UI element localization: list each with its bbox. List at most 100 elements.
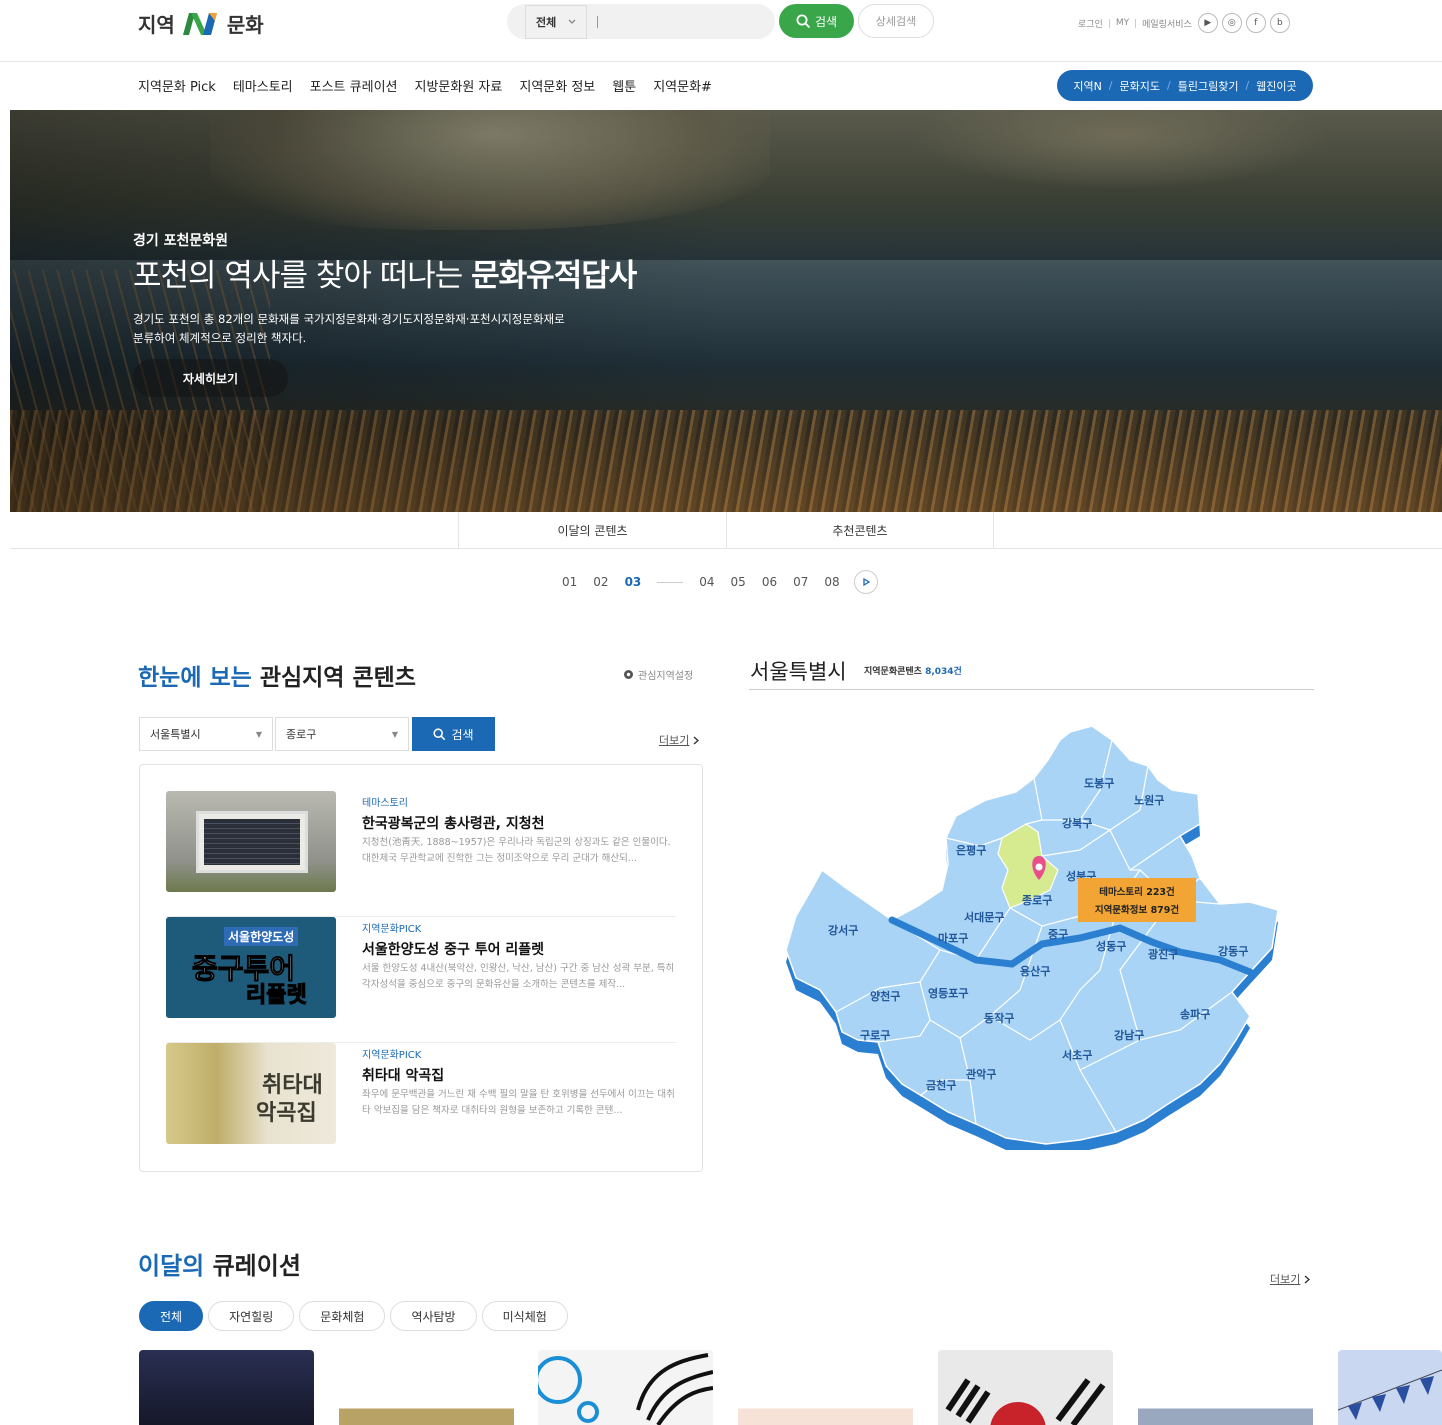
district-label[interactable]: 광진구 xyxy=(1148,947,1178,961)
quick-link-spot-difference[interactable]: 틀린그림찾기 xyxy=(1178,78,1239,94)
district-label[interactable]: 동작구 xyxy=(984,1011,1014,1025)
pager-item-current[interactable]: 03 xyxy=(625,575,642,589)
map-count-value: 8,034건 xyxy=(925,667,962,677)
nav-item-hashtag[interactable]: 지역문화# xyxy=(653,76,712,95)
curation-more-link[interactable]: 더보기 xyxy=(1270,1271,1311,1287)
district-label[interactable]: 구로구 xyxy=(860,1029,890,1042)
gear-icon xyxy=(624,670,633,679)
curation-more-label: 더보기 xyxy=(1270,1273,1301,1286)
curation-card[interactable] xyxy=(1338,1350,1442,1425)
tab-monthly-content[interactable]: 이달의 콘텐츠 xyxy=(458,512,726,549)
region-setting-link[interactable]: 관심지역설정 xyxy=(623,667,693,682)
curation-card[interactable] xyxy=(538,1350,713,1425)
list-item[interactable]: 취타대 악곡집 지역문화PICK 취타대 악곡집 좌우에 문무백관을 거느린 채… xyxy=(166,1043,676,1169)
district-label[interactable]: 성동구 xyxy=(1096,939,1126,953)
district-label[interactable]: 금천구 xyxy=(926,1078,956,1092)
district-label[interactable]: 강동구 xyxy=(1218,944,1248,958)
item-title[interactable]: 한국광복군의 총사령관, 지청천 xyxy=(362,813,545,833)
map-divider xyxy=(749,689,1314,690)
my-link[interactable]: MY xyxy=(1116,18,1129,28)
seoul-map[interactable]: 도봉구노원구강북구은평구성북구종로구서대문구마포구 중구성동구광진구 강동구강서구용… xyxy=(780,720,1280,1150)
item-thumbnail xyxy=(166,791,336,892)
search-divider xyxy=(597,15,599,28)
pager-item[interactable]: 01 xyxy=(562,575,577,589)
mailing-link[interactable]: 메일링서비스 xyxy=(1142,17,1192,30)
instagram-icon[interactable]: ◎ xyxy=(1221,13,1242,33)
curation-card[interactable] xyxy=(738,1350,913,1425)
chip-nature[interactable]: 자연힐링 xyxy=(208,1301,295,1331)
search-icon xyxy=(433,727,446,740)
district-label[interactable]: 용산구 xyxy=(1020,964,1050,978)
quick-link-webzine[interactable]: 웹진이곳 xyxy=(1256,78,1296,94)
nav-item-pick[interactable]: 지역문화 Pick xyxy=(138,76,216,95)
chip-culture[interactable]: 문화체험 xyxy=(299,1301,386,1331)
item-title[interactable]: 서울한양도성 중구 투어 리플렛 xyxy=(362,939,544,959)
search-input[interactable] xyxy=(604,14,755,29)
logo-n-icon xyxy=(182,13,217,35)
thumb-text-1: 서울한양도성 xyxy=(224,927,299,946)
pager-item[interactable]: 05 xyxy=(731,575,746,589)
slide-pager: 01 02 03 04 05 06 07 08 xyxy=(562,570,894,594)
site-logo[interactable]: 지역 문화 xyxy=(138,8,264,38)
chip-food[interactable]: 미식체험 xyxy=(481,1301,568,1331)
nav-item-themestory[interactable]: 테마스토리 xyxy=(233,76,293,95)
chip-all[interactable]: 전체 xyxy=(139,1301,204,1331)
district-label[interactable]: 노원구 xyxy=(1134,793,1164,807)
youtube-icon[interactable]: ▶ xyxy=(1197,13,1218,33)
tooltip-line1: 테마스토리 223건 xyxy=(1099,887,1175,898)
nav-item-local-info[interactable]: 지역문화 정보 xyxy=(519,76,595,95)
list-item[interactable]: 서울한양도성 중구투어 리플렛 지역문화PICK 서울한양도성 중구 투어 리플… xyxy=(166,917,676,1043)
pager-item[interactable]: 07 xyxy=(793,575,808,589)
nav-item-post-curation[interactable]: 포스트 큐레이션 xyxy=(310,76,398,95)
pager-item[interactable]: 08 xyxy=(824,575,839,589)
facebook-icon[interactable]: f xyxy=(1245,13,1266,33)
district-label[interactable]: 영등포구 xyxy=(928,987,968,1000)
district-label[interactable]: 송파구 xyxy=(1180,1007,1210,1021)
district-label[interactable]: 은평구 xyxy=(956,843,986,857)
hero-more-button[interactable]: 자세히보기 xyxy=(133,359,288,397)
district-label[interactable]: 서대문구 xyxy=(964,910,1004,924)
list-item[interactable]: 테마스토리 한국광복군의 총사령관, 지청천 지청천(池靑天, 1888~195… xyxy=(166,791,676,917)
login-link[interactable]: 로그인 xyxy=(1078,17,1103,30)
district-label[interactable]: 서초구 xyxy=(1062,1048,1092,1062)
pager-item[interactable]: 02 xyxy=(593,575,608,589)
curation-card[interactable] xyxy=(339,1350,514,1425)
item-title[interactable]: 취타대 악곡집 xyxy=(362,1065,444,1085)
district-label[interactable]: 중구 xyxy=(1048,928,1068,941)
region-search-button[interactable]: 검색 xyxy=(412,717,495,751)
caret-down-icon: ▼ xyxy=(255,729,262,739)
pager-item[interactable]: 04 xyxy=(699,575,714,589)
curation-card[interactable] xyxy=(938,1350,1113,1425)
map-count-label: 지역문화콘텐츠 xyxy=(864,667,926,677)
region-more-link[interactable]: 더보기 xyxy=(659,732,700,748)
blog-icon[interactable]: b xyxy=(1269,13,1290,33)
advanced-search-button[interactable]: 상세검색 xyxy=(858,4,934,38)
district-label[interactable]: 양천구 xyxy=(870,989,900,1003)
city-select[interactable]: 서울특별시 ▼ xyxy=(139,717,273,751)
district-label[interactable]: 마포구 xyxy=(938,931,968,945)
district-select[interactable]: 종로구 ▼ xyxy=(275,717,409,751)
curation-card[interactable] xyxy=(139,1350,314,1425)
district-label[interactable]: 종로구 xyxy=(1022,894,1052,907)
district-label[interactable]: 강남구 xyxy=(1114,1028,1144,1042)
quick-link-culture-map[interactable]: 문화지도 xyxy=(1120,78,1160,94)
nav-item-webtoon[interactable]: 웹툰 xyxy=(612,76,636,95)
pager-item[interactable]: 06 xyxy=(762,575,777,589)
item-category: 지역문화PICK xyxy=(362,1050,422,1061)
curation-card[interactable] xyxy=(1138,1350,1313,1425)
search-scope-value: 전체 xyxy=(536,15,557,29)
search-button[interactable]: 검색 xyxy=(779,4,854,38)
district-label[interactable]: 강북구 xyxy=(1062,816,1092,830)
tab-recommended-content[interactable]: 추천콘텐츠 xyxy=(726,512,994,549)
quick-link-jiyeokn[interactable]: 지역N xyxy=(1073,78,1101,94)
nav-item-local-data[interactable]: 지방문화원 자료 xyxy=(415,76,503,95)
search-scope-select[interactable]: 전체 xyxy=(525,4,588,39)
play-button[interactable] xyxy=(853,570,878,594)
district-label[interactable]: 관악구 xyxy=(966,1067,996,1081)
chip-history[interactable]: 역사탐방 xyxy=(390,1301,477,1331)
hero-title-bold: 문화유적답사 xyxy=(471,258,637,294)
district-label[interactable]: 강서구 xyxy=(828,923,858,937)
utility-menu: 로그인 MY 메일링서비스 ▶ ◎ f b xyxy=(1078,12,1290,34)
item-thumbnail: 취타대 악곡집 xyxy=(166,1043,336,1144)
district-label[interactable]: 도봉구 xyxy=(1084,777,1114,790)
